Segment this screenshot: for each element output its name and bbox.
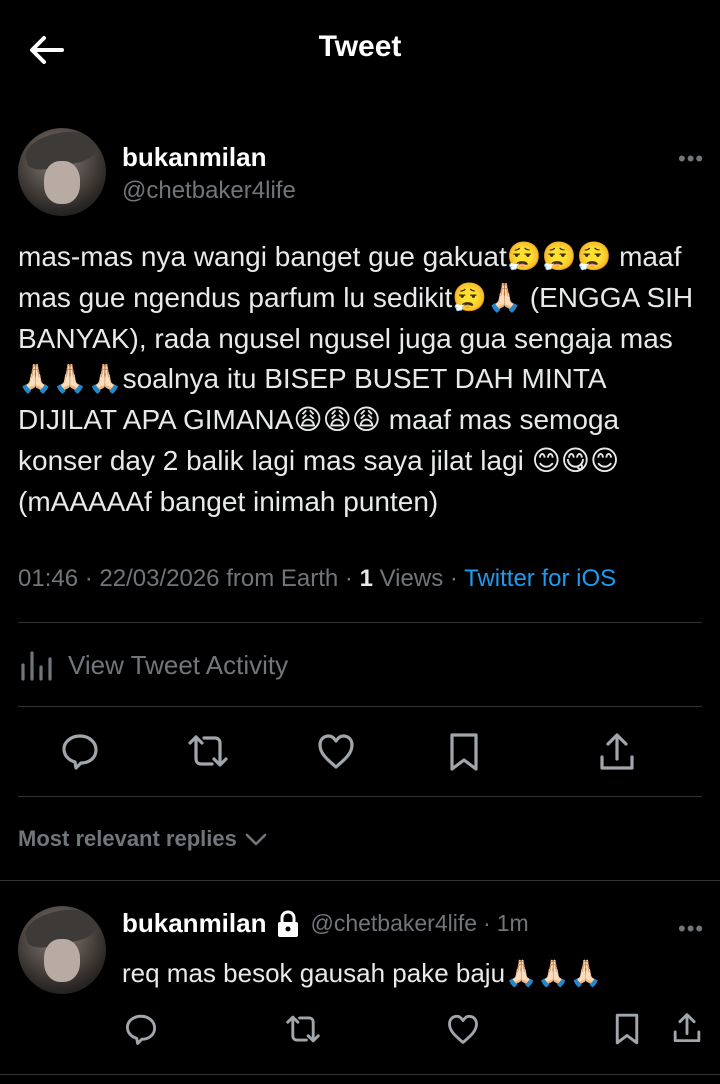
page-title: Tweet — [318, 30, 402, 63]
lock-icon — [278, 909, 299, 937]
like-icon — [448, 1014, 478, 1044]
author-handle[interactable]: @chetbaker4life — [122, 177, 296, 205]
top-bar: Tweet — [0, 0, 720, 100]
tweet-source-link[interactable]: Twitter for iOS — [464, 565, 616, 592]
reply-author-name[interactable]: bukanmilan — [122, 908, 266, 939]
share-icon — [600, 733, 634, 770]
more-icon[interactable]: ••• — [678, 146, 704, 172]
tweet-location: from Earth — [226, 565, 339, 592]
reply-like-button[interactable] — [446, 1013, 480, 1045]
like-button[interactable] — [316, 732, 356, 770]
reply-header: bukanmilan @chetbaker4life · 1m — [122, 908, 529, 939]
tweet-text: mas-mas nya wangi banget gue gakuat😮‍💨😮‍… — [18, 241, 701, 517]
reply-icon — [62, 734, 98, 770]
bookmark-button[interactable] — [448, 731, 480, 773]
like-icon — [318, 734, 354, 769]
reply-retweet-button[interactable] — [284, 1012, 322, 1046]
reply-bookmark-button[interactable] — [614, 1011, 640, 1047]
replies-sort-label: Most relevant replies — [18, 826, 237, 851]
bar-chart-icon — [21, 651, 52, 681]
views-label: Views — [379, 565, 444, 592]
replies-sort-dropdown[interactable]: Most relevant replies — [18, 826, 269, 852]
bookmark-icon — [615, 1013, 639, 1045]
reply-icon — [125, 1014, 157, 1045]
tweet-time: 01:46 — [18, 565, 79, 592]
chevron-down-icon — [245, 833, 267, 846]
reply-share-button[interactable] — [672, 1011, 702, 1045]
retweet-icon — [188, 735, 228, 767]
views-count: 1 — [359, 565, 373, 592]
reply-author-handle[interactable]: @chetbaker4life — [310, 910, 477, 937]
tweet-meta: 01:46 · 22/03/2026 from Earth · 1 Views … — [18, 565, 617, 592]
divider — [0, 1074, 720, 1075]
reply-age: 1m — [496, 910, 529, 936]
reply-avatar[interactable] — [18, 906, 106, 994]
tweet-date: 22/03/2026 — [99, 565, 220, 592]
reply-text: req mas besok gausah pake baju🙏🏻🙏🏻🙏🏻 — [122, 958, 603, 988]
activity-label: View Tweet Activity — [68, 649, 289, 680]
retweet-icon — [286, 1015, 320, 1043]
divider — [18, 706, 702, 707]
divider — [18, 796, 702, 797]
author-name[interactable]: bukanmilan — [122, 142, 266, 173]
retweet-button[interactable] — [186, 731, 230, 771]
divider — [0, 880, 720, 881]
reply-more-icon[interactable]: ••• — [678, 916, 704, 942]
view-tweet-activity-link[interactable]: View Tweet Activity — [18, 640, 288, 690]
share-button[interactable] — [598, 731, 636, 773]
bookmark-icon — [450, 733, 478, 771]
reply-button[interactable] — [60, 731, 100, 771]
reply-reply-button[interactable] — [124, 1012, 158, 1046]
share-icon — [673, 1013, 701, 1043]
divider — [18, 622, 702, 623]
avatar[interactable] — [18, 128, 106, 216]
